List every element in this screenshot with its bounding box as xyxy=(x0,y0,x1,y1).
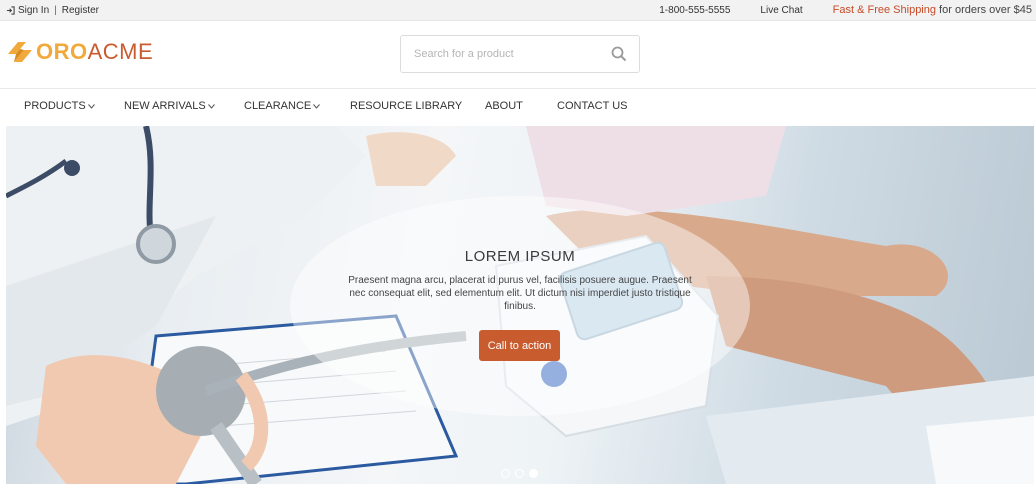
nav-item-label: NEW ARRIVALS xyxy=(124,100,206,112)
nav-item-contact-us[interactable]: CONTACT US xyxy=(557,100,628,112)
hero-title: LOREM IPSUM xyxy=(464,248,576,265)
slider-dot-2[interactable] xyxy=(515,469,524,478)
nav-item-label: RESOURCE LIBRARY xyxy=(350,100,463,112)
nav-item-clearance[interactable]: CLEARANCE xyxy=(244,100,321,112)
page-bottom-spacer xyxy=(0,484,1036,492)
live-chat-link[interactable]: Live Chat xyxy=(760,5,802,16)
call-to-action-button[interactable]: Call to action xyxy=(479,330,560,361)
slider-dot-1[interactable] xyxy=(501,469,510,478)
top-utility-bar: Sign In | Register 1-800-555-5555 Live C… xyxy=(0,0,1036,21)
phone-number: 1-800-555-5555 xyxy=(659,4,731,16)
chevron-down-icon xyxy=(87,103,95,109)
oroacme-logo-icon xyxy=(8,42,32,62)
nav-item-new-arrivals[interactable]: NEW ARRIVALS xyxy=(124,100,215,112)
shipping-promo-highlight: Fast & Free Shipping xyxy=(832,4,936,16)
nav-item-products[interactable]: PRODUCTS xyxy=(24,100,95,112)
nav-item-label: CLEARANCE xyxy=(244,100,312,112)
search-icon[interactable] xyxy=(611,46,627,62)
search-box xyxy=(400,35,640,73)
slider-pagination xyxy=(501,469,543,478)
nav-item-about[interactable]: ABOUT xyxy=(485,100,523,112)
slider-dot-3-active[interactable] xyxy=(529,469,538,478)
logo-text-oro: ORO xyxy=(36,39,88,64)
site-header: OROACME xyxy=(0,21,1036,88)
hero-caption: LOREM IPSUM Praesent magna arcu, placera… xyxy=(342,248,698,313)
logo-wordmark: OROACME xyxy=(36,39,153,65)
search-input[interactable] xyxy=(401,36,601,72)
account-links: Sign In | Register xyxy=(6,5,99,16)
hero-text: Praesent magna arcu, placerat id purus v… xyxy=(348,275,692,312)
main-navigation: PRODUCTS NEW ARRIVALS CLEARANCE RESOURCE… xyxy=(0,88,1036,126)
register-link[interactable]: Register xyxy=(62,5,99,16)
link-separator: | xyxy=(54,5,57,16)
nav-item-resource-library[interactable]: RESOURCE LIBRARY xyxy=(350,100,462,112)
shipping-promo: Fast & Free Shipping for orders over $45 xyxy=(833,4,1032,16)
hero-slider: LOREM IPSUM Praesent magna arcu, placera… xyxy=(6,126,1034,484)
site-logo[interactable]: OROACME xyxy=(6,38,153,66)
shipping-promo-text: for orders over $45 xyxy=(936,4,1032,16)
chevron-down-icon xyxy=(207,103,215,109)
logo-text-acme: ACME xyxy=(87,39,154,64)
sign-in-link[interactable]: Sign In xyxy=(18,5,49,16)
nav-item-label: ABOUT xyxy=(485,100,523,112)
chevron-down-icon xyxy=(313,103,321,109)
nav-item-label: CONTACT US xyxy=(557,100,628,112)
sign-in-icon xyxy=(6,6,15,15)
nav-item-label: PRODUCTS xyxy=(24,100,86,112)
topbar-right: 1-800-555-5555 Live Chat Fast & Free Shi… xyxy=(659,4,1032,16)
